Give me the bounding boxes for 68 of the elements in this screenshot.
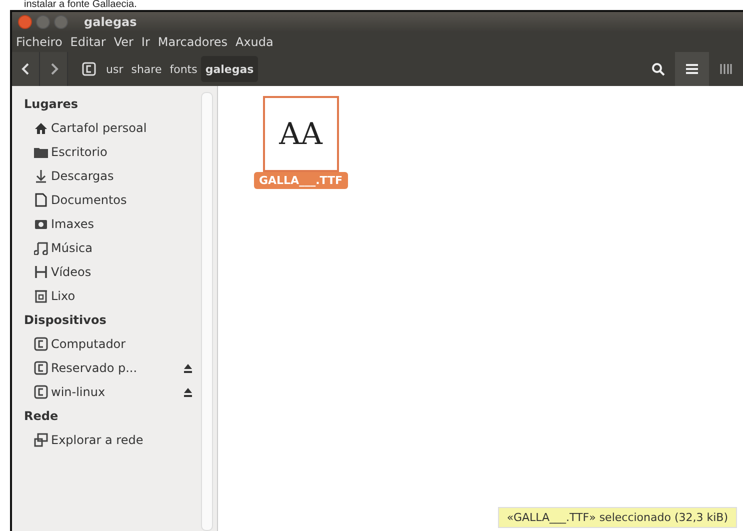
caption-text: instalar a fonte Gallaecia. bbox=[23, 0, 138, 10]
sidebar-item[interactable]: Cartafol persoal bbox=[24, 116, 201, 140]
window-title: galegas bbox=[84, 15, 137, 29]
eject-icon[interactable] bbox=[183, 363, 193, 373]
sidebar-item[interactable]: Computador bbox=[24, 332, 201, 356]
sidebar-label: Escritorio bbox=[51, 145, 108, 159]
path-button[interactable]: usr bbox=[102, 56, 128, 82]
scrollbar[interactable] bbox=[201, 92, 213, 531]
eject-icon[interactable] bbox=[183, 387, 193, 397]
network-icon bbox=[34, 433, 48, 447]
sidebar-item[interactable]: Descargas bbox=[24, 164, 201, 188]
section-heading: Lugares bbox=[24, 96, 80, 113]
drive-icon bbox=[34, 385, 48, 399]
sidebar-label: Música bbox=[51, 241, 94, 255]
sidebar-item[interactable]: win-linux bbox=[24, 380, 201, 404]
section-heading: Rede bbox=[24, 408, 60, 425]
music-icon bbox=[34, 241, 48, 255]
back-icon bbox=[20, 63, 30, 75]
sidebar-item[interactable]: Explorar a rede bbox=[24, 428, 201, 452]
sidebar-label: Documentos bbox=[51, 193, 128, 207]
menu-item[interactable]: Ver bbox=[114, 35, 134, 49]
drive-icon bbox=[34, 361, 48, 375]
sidebar-label: Imaxes bbox=[51, 217, 95, 231]
document-icon bbox=[34, 193, 48, 207]
search-icon bbox=[651, 62, 665, 76]
grid-icon bbox=[720, 63, 732, 75]
drive-icon[interactable] bbox=[82, 62, 96, 76]
menu-item[interactable]: Marcadores bbox=[158, 35, 228, 49]
sidebar-label: Descargas bbox=[51, 169, 115, 183]
forward-button[interactable] bbox=[40, 52, 68, 86]
sidebar-item[interactable]: Escritorio bbox=[24, 140, 201, 164]
sidebar-label: win-linux bbox=[51, 385, 106, 399]
home-icon bbox=[34, 121, 48, 135]
menu-item[interactable]: Ficheiro bbox=[16, 35, 62, 49]
menu-item[interactable]: Editar bbox=[70, 35, 106, 49]
folder-icon bbox=[34, 145, 48, 159]
video-icon bbox=[34, 265, 48, 279]
sidebar-label: Reservado p... bbox=[51, 361, 138, 375]
drive-icon bbox=[34, 337, 48, 351]
list-view-button[interactable] bbox=[675, 52, 709, 86]
file-item[interactable]: AA GALLA___.TTF bbox=[254, 96, 348, 189]
path-button[interactable]: fonts bbox=[166, 56, 202, 82]
sidebar-item[interactable]: Vídeos bbox=[24, 260, 201, 284]
forward-icon bbox=[48, 63, 58, 75]
camera-icon bbox=[34, 217, 48, 231]
font-preview-text: AA bbox=[279, 116, 322, 152]
sidebar-item[interactable]: Documentos bbox=[24, 188, 201, 212]
menu-item[interactable]: Axuda bbox=[236, 35, 274, 49]
close-icon[interactable] bbox=[18, 15, 32, 29]
sidebar-item[interactable]: Imaxes bbox=[24, 212, 201, 236]
status-bar: «GALLA___.TTF» seleccionado (32,3 kiB) bbox=[498, 507, 737, 528]
sidebar-label: Vídeos bbox=[51, 265, 92, 279]
sidebar-label: Cartafol persoal bbox=[51, 121, 148, 135]
menu-item[interactable]: Ir bbox=[141, 35, 150, 49]
section-heading: Dispositivos bbox=[24, 312, 108, 329]
path-button[interactable]: share bbox=[127, 56, 166, 82]
file-name: GALLA___.TTF bbox=[254, 172, 348, 189]
back-button[interactable] bbox=[12, 52, 40, 86]
trash-icon bbox=[34, 289, 48, 303]
sidebar-item[interactable]: Reservado p... bbox=[24, 356, 201, 380]
sidebar-item[interactable]: Música bbox=[24, 236, 201, 260]
sidebar-label: Computador bbox=[51, 337, 127, 351]
sidebar-item[interactable]: Lixo bbox=[24, 284, 201, 308]
download-icon bbox=[34, 169, 48, 183]
sidebar-label: Explorar a rede bbox=[51, 433, 144, 447]
sidebar-label: Lixo bbox=[51, 289, 76, 303]
path-button[interactable]: galegas bbox=[201, 56, 258, 82]
list-icon bbox=[686, 63, 698, 75]
